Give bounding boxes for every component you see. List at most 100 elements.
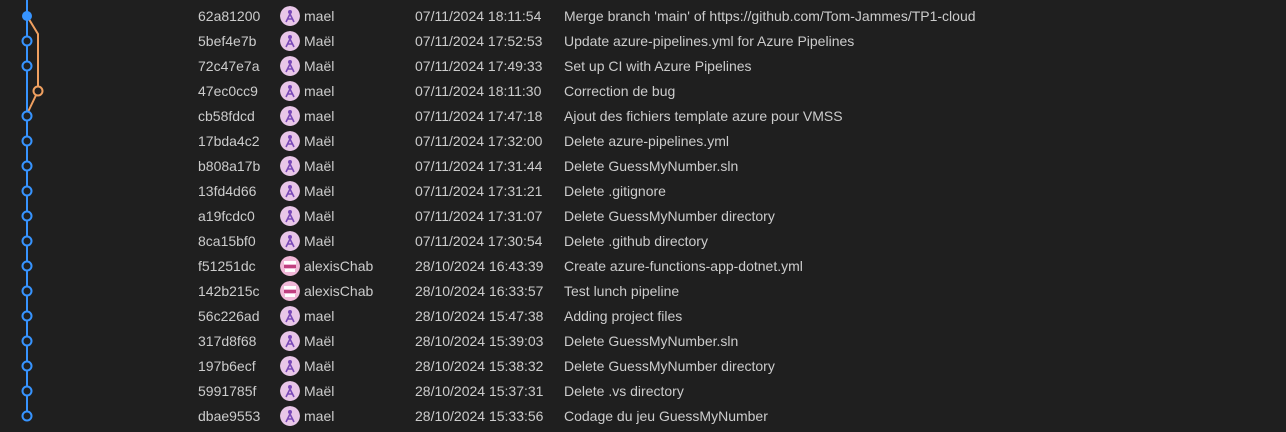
commit-row[interactable]: 8ca15bf0 Maël 07/11/2024 17:30:54 Delete .g…: [0, 229, 1286, 254]
commit-hash: 56c226ad: [198, 307, 260, 324]
commit-author: Maël: [304, 57, 335, 74]
commit-row[interactable]: 5bef4e7b Maël 07/11/2024 17:52:53 Update az…: [0, 29, 1286, 54]
commit-hash: dbae9553: [198, 407, 261, 424]
commit-message: Delete GuessMyNumber directory: [564, 357, 775, 374]
commit-hash: 197b6ecf: [198, 357, 256, 374]
commit-message: Codage du jeu GuessMyNumber: [564, 407, 768, 424]
commit-author: alexisChab: [304, 282, 374, 299]
commit-date: 07/11/2024 17:30:54: [415, 232, 543, 249]
commit-message: Adding project files: [564, 307, 683, 324]
commit-date: 28/10/2024 15:38:32: [415, 357, 544, 374]
commit-date: 07/11/2024 17:31:07: [415, 207, 543, 224]
commit-row[interactable]: cb58fdcd mael 07/11/2024 17:47:18 Ajout des…: [0, 104, 1286, 129]
commit-author: Maël: [304, 207, 335, 224]
commit-hash: a19fcdc0: [198, 207, 255, 224]
commit-hash: 62a81200: [198, 7, 261, 24]
mael-avatar-icon: [280, 5, 300, 26]
commit-row[interactable]: f51251dc alexisChab 28/10/2024 16:43:39 Cre…: [0, 254, 1286, 279]
mael-avatar-icon: [280, 355, 300, 376]
commit-message: Correction de bug: [564, 82, 676, 99]
commit-hash: 317d8f68: [198, 332, 257, 349]
commit-row[interactable]: 17bda4c2 Maël 07/11/2024 17:32:00 Delete az…: [0, 129, 1286, 154]
mael-avatar-icon: [280, 130, 300, 151]
commit-date: 28/10/2024 16:33:57: [415, 282, 544, 299]
alexis-avatar-icon: [280, 280, 300, 301]
commit-date: 07/11/2024 17:52:53: [415, 32, 543, 49]
commit-hash: 5991785f: [198, 382, 257, 399]
commit-hash: 47ec0cc9: [198, 82, 258, 99]
mael-avatar-icon: [280, 380, 300, 401]
commit-author: alexisChab: [304, 257, 374, 274]
commit-message: Delete GuessMyNumber.sln: [564, 332, 739, 349]
commit-date: 07/11/2024 17:49:33: [415, 57, 543, 74]
commit-date: 28/10/2024 16:43:39: [415, 257, 544, 274]
mael-avatar-icon: [280, 305, 300, 326]
commit-message: Delete GuessMyNumber directory: [564, 207, 775, 224]
commit-row[interactable]: 317d8f68 Maël 28/10/2024 15:39:03 Delete Gu…: [0, 329, 1286, 354]
commit-date: 07/11/2024 18:11:30: [415, 82, 542, 99]
commit-message: Create azure-functions-app-dotnet.yml: [564, 257, 803, 274]
commit-author: mael: [304, 7, 335, 24]
commit-message: Delete .gitignore: [564, 182, 666, 199]
commit-hash: 8ca15bf0: [198, 232, 256, 249]
commit-author: Maël: [304, 132, 335, 149]
commit-message: Ajout des fichiers template azure pour V…: [564, 107, 843, 124]
commit-date: 07/11/2024 17:32:00: [415, 132, 543, 149]
mael-avatar-icon: [280, 30, 300, 51]
mael-avatar-icon: [280, 55, 300, 76]
commit-message: Update azure-pipelines.yml for Azure Pip…: [564, 32, 855, 49]
commit-hash: b808a17b: [198, 157, 261, 174]
commit-hash: 72c47e7a: [198, 57, 260, 74]
commit-date: 28/10/2024 15:39:03: [415, 332, 544, 349]
commit-row[interactable]: b808a17b Maël 07/11/2024 17:31:44 Delete Gu…: [0, 154, 1286, 179]
mael-avatar-icon: [280, 80, 300, 101]
mael-avatar-icon: [280, 230, 300, 251]
commit-date: 07/11/2024 18:11:54: [415, 7, 542, 24]
commit-date: 28/10/2024 15:33:56: [415, 407, 544, 424]
commit-hash: 5bef4e7b: [198, 32, 257, 49]
commit-author: Maël: [304, 157, 335, 174]
commit-author: mael: [304, 82, 335, 99]
commit-row[interactable]: 56c226ad mael 28/10/2024 15:47:38 Adding pr…: [0, 304, 1286, 329]
commit-author: Maël: [304, 357, 335, 374]
commit-author: mael: [304, 407, 335, 424]
commit-message: Set up CI with Azure Pipelines: [564, 57, 752, 74]
mael-avatar-icon: [280, 205, 300, 226]
commit-date: 28/10/2024 15:37:31: [415, 382, 544, 399]
commit-row[interactable]: 47ec0cc9 mael 07/11/2024 18:11:30 Correctio…: [0, 79, 1286, 104]
commit-author: mael: [304, 307, 335, 324]
commit-message: Delete azure-pipelines.yml: [564, 132, 729, 149]
commit-row[interactable]: 5991785f Maël 28/10/2024 15:37:31 Delete .v…: [0, 379, 1286, 404]
commit-message: Merge branch 'main' of https://github.co…: [564, 7, 976, 24]
commit-row[interactable]: 72c47e7a Maël 07/11/2024 17:49:33 Set up CI…: [0, 54, 1286, 79]
commit-date: 07/11/2024 17:31:44: [415, 157, 543, 174]
commit-author: Maël: [304, 182, 335, 199]
commit-author: mael: [304, 107, 335, 124]
commit-hash: 17bda4c2: [198, 132, 260, 149]
commit-row[interactable]: 197b6ecf Maël 28/10/2024 15:38:32 Delete Gu…: [0, 354, 1286, 379]
commit-message: Test lunch pipeline: [564, 282, 680, 299]
mael-avatar-icon: [280, 105, 300, 126]
commit-row[interactable]: dbae9553 mael 28/10/2024 15:33:56 Codage du…: [0, 404, 1286, 429]
mael-avatar-icon: [280, 180, 300, 201]
commit-author: Maël: [304, 332, 335, 349]
mael-avatar-icon: [280, 405, 300, 426]
commit-author: Maël: [304, 232, 335, 249]
commit-author: Maël: [304, 382, 335, 399]
commit-hash: 142b215c: [198, 282, 260, 299]
alexis-avatar-icon: [280, 255, 300, 276]
commit-date: 07/11/2024 17:31:21: [415, 182, 543, 199]
commit-row[interactable]: 62a81200 mael 07/11/2024 18:11:54 Merge bra…: [0, 4, 1286, 29]
commit-message: Delete GuessMyNumber.sln: [564, 157, 739, 174]
commit-hash: f51251dc: [198, 257, 256, 274]
commit-row[interactable]: 142b215c alexisChab 28/10/2024 16:33:57 Tes…: [0, 279, 1286, 304]
commit-hash: cb58fdcd: [198, 107, 255, 124]
mael-avatar-icon: [280, 155, 300, 176]
commit-row[interactable]: 13fd4d66 Maël 07/11/2024 17:31:21 Delete .g…: [0, 179, 1286, 204]
commit-hash: 13fd4d66: [198, 182, 257, 199]
commit-date: 07/11/2024 17:47:18: [415, 107, 543, 124]
commit-author: Maël: [304, 32, 335, 49]
mael-avatar-icon: [280, 330, 300, 351]
commit-row[interactable]: a19fcdc0 Maël 07/11/2024 17:31:07 Delete Gu…: [0, 204, 1286, 229]
commit-message: Delete .github directory: [564, 232, 708, 249]
